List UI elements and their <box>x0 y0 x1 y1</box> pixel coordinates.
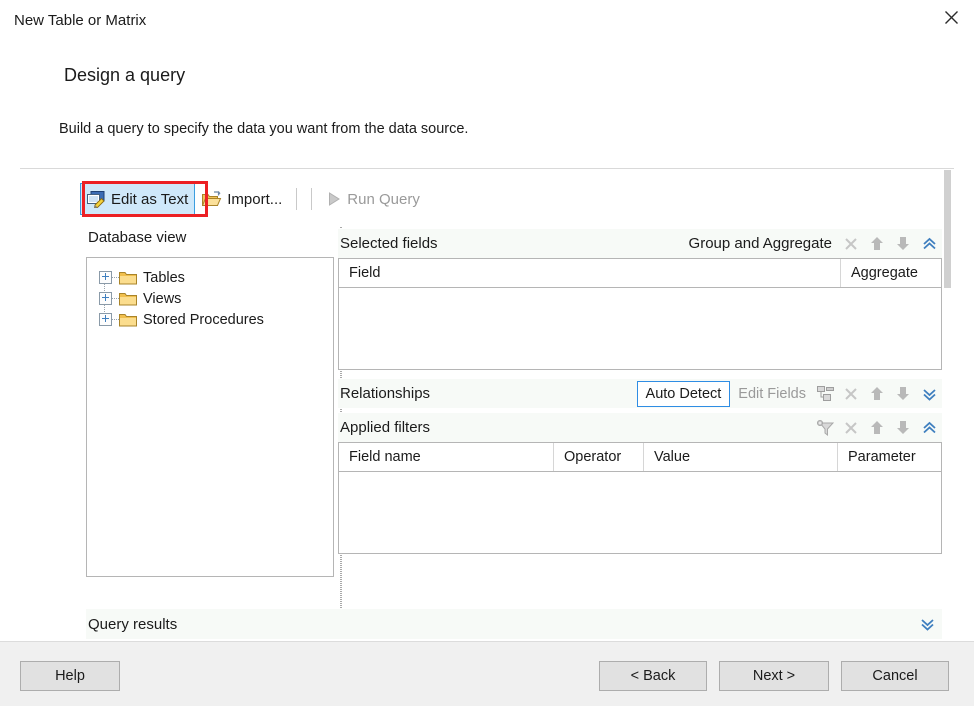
plus-box-icon[interactable] <box>99 292 112 305</box>
edit-as-text-icon <box>87 191 106 208</box>
move-up-icon[interactable] <box>864 415 890 441</box>
query-results-label: Query results <box>88 616 177 633</box>
selected-fields-header: Selected fields Group and Aggregate <box>338 229 942 258</box>
column-header-field-name[interactable]: Field name <box>339 443 554 471</box>
move-down-icon[interactable] <box>890 415 916 441</box>
column-header-aggregate[interactable]: Aggregate <box>841 259 939 287</box>
applied-filters-header: Applied filters <box>338 413 942 442</box>
page-title: Design a query <box>64 65 185 86</box>
column-header-operator[interactable]: Operator <box>554 443 644 471</box>
query-results-section[interactable]: Query results <box>86 609 942 639</box>
content-scrollbar[interactable] <box>944 170 951 636</box>
selected-fields-grid-header: Field Aggregate <box>339 259 941 288</box>
next-button[interactable]: Next > <box>719 661 829 691</box>
run-query-label: Run Query <box>347 191 420 208</box>
column-header-field[interactable]: Field <box>339 259 841 287</box>
tree-node-label: Views <box>143 291 181 307</box>
window-title: New Table or Matrix <box>14 12 146 29</box>
open-folder-icon <box>202 191 222 208</box>
selected-fields-grid-body[interactable] <box>339 288 941 369</box>
edit-as-text-label: Edit as Text <box>111 191 188 208</box>
relationships-header: Relationships Auto Detect Edit Fields <box>338 379 942 408</box>
collapse-chevron-icon[interactable] <box>916 415 942 441</box>
delete-x-icon[interactable] <box>838 381 864 407</box>
edit-as-text-button[interactable]: Edit as Text <box>80 183 195 215</box>
toolbar-divider <box>296 188 297 210</box>
move-down-icon[interactable] <box>890 231 916 257</box>
scrollbar-thumb[interactable] <box>944 170 951 288</box>
dialog-footer: Help < Back Next > Cancel <box>0 641 974 706</box>
run-query-button[interactable]: Run Query <box>319 184 427 214</box>
help-button[interactable]: Help <box>20 661 120 691</box>
database-view-pane: Database view Tables <box>86 229 334 609</box>
edit-fields-button[interactable]: Edit Fields <box>732 381 812 407</box>
tree-node-label: Stored Procedures <box>143 312 264 328</box>
play-triangle-icon <box>326 191 342 207</box>
move-down-icon[interactable] <box>890 381 916 407</box>
database-view-label: Database view <box>88 229 186 246</box>
tree-node-stored-procedures[interactable]: Stored Procedures <box>99 309 333 330</box>
applied-filters-actions <box>812 413 942 442</box>
database-tree[interactable]: Tables Views <box>86 257 334 577</box>
plus-box-icon[interactable] <box>99 271 112 284</box>
column-header-value[interactable]: Value <box>644 443 838 471</box>
page-subtitle: Build a query to specify the data you wa… <box>59 121 468 137</box>
cancel-button[interactable]: Cancel <box>841 661 949 691</box>
applied-filters-grid[interactable]: Field name Operator Value Parameter <box>338 442 942 554</box>
relationships-actions: Auto Detect Edit Fields <box>637 379 942 408</box>
delete-x-icon[interactable] <box>838 231 864 257</box>
group-and-aggregate-label: Group and Aggregate <box>683 231 838 257</box>
back-button[interactable]: < Back <box>599 661 707 691</box>
selected-fields-actions: Group and Aggregate <box>683 229 942 258</box>
expand-chevron-icon[interactable] <box>914 611 940 637</box>
move-up-icon[interactable] <box>864 381 890 407</box>
folder-icon <box>119 271 137 285</box>
selected-fields-label: Selected fields <box>340 235 438 252</box>
delete-x-icon[interactable] <box>838 415 864 441</box>
tree-dash <box>112 277 119 279</box>
selected-fields-grid[interactable]: Field Aggregate <box>338 258 942 370</box>
query-designer-panel: Edit as Text Import... Run Query Databas… <box>20 168 954 642</box>
tree-node-label: Tables <box>143 270 185 286</box>
collapse-chevron-icon[interactable] <box>916 231 942 257</box>
tree-dash <box>112 298 119 300</box>
filter-funnel-icon[interactable] <box>812 415 838 441</box>
tree-dash <box>112 319 119 321</box>
query-fields-pane: Selected fields Group and Aggregate <box>338 229 942 609</box>
tree-node-tables[interactable]: Tables <box>99 267 333 288</box>
toolbar-divider-2 <box>311 188 312 210</box>
applied-filters-label: Applied filters <box>340 419 430 436</box>
auto-detect-button[interactable]: Auto Detect <box>637 381 731 407</box>
title-bar: New Table or Matrix <box>0 0 974 41</box>
applied-filters-grid-header: Field name Operator Value Parameter <box>339 443 941 472</box>
column-header-parameter[interactable]: Parameter <box>838 443 939 471</box>
import-button[interactable]: Import... <box>195 184 289 214</box>
import-label: Import... <box>227 191 282 208</box>
expand-chevron-icon[interactable] <box>916 381 942 407</box>
relationships-label: Relationships <box>340 385 430 402</box>
close-button[interactable] <box>928 0 974 34</box>
folder-icon <box>119 292 137 306</box>
query-toolbar: Edit as Text Import... Run Query <box>80 177 954 221</box>
plus-box-icon[interactable] <box>99 313 112 326</box>
folder-icon <box>119 313 137 327</box>
move-up-icon[interactable] <box>864 231 890 257</box>
close-icon <box>944 10 959 25</box>
tree-node-views[interactable]: Views <box>99 288 333 309</box>
relationship-table-icon[interactable] <box>812 381 838 407</box>
applied-filters-grid-body[interactable] <box>339 472 941 553</box>
